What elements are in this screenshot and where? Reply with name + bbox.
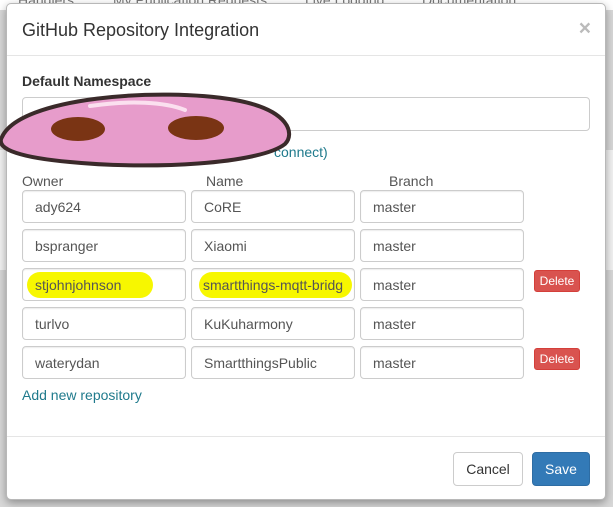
namespace-label: Default Namespace: [22, 73, 152, 89]
modal-header: GitHub Repository Integration ×: [7, 4, 605, 56]
delete-repository-button[interactable]: Delete: [534, 270, 580, 292]
github-integration-modal: GitHub Repository Integration × Default …: [6, 3, 606, 500]
branch-input[interactable]: [360, 268, 524, 301]
save-button[interactable]: Save: [532, 452, 590, 486]
repo-name-value: smartthings-mqtt-bridg: [203, 277, 344, 293]
repo-name-input[interactable]: [191, 307, 355, 340]
owner-input[interactable]: [22, 229, 186, 262]
repo-name-input[interactable]: [191, 346, 355, 379]
add-repository-link[interactable]: Add new repository: [22, 387, 142, 403]
redaction-blob: [0, 92, 292, 168]
cancel-button[interactable]: Cancel: [453, 452, 523, 486]
repo-name-input[interactable]: [191, 229, 355, 262]
owner-input[interactable]: [22, 346, 186, 379]
branch-input[interactable]: [360, 190, 524, 223]
close-icon[interactable]: ×: [579, 18, 591, 39]
delete-repository-button[interactable]: Delete: [534, 348, 580, 370]
owner-value: stjohnjohnson: [35, 277, 122, 293]
column-header-owner: Owner: [22, 173, 64, 189]
column-header-branch: Branch: [389, 173, 434, 189]
column-header-name: Name: [206, 173, 244, 189]
modal-title: GitHub Repository Integration: [22, 20, 260, 40]
repo-name-input[interactable]: [191, 190, 355, 223]
branch-input[interactable]: [360, 229, 524, 262]
branch-input[interactable]: [360, 346, 524, 379]
owner-input[interactable]: [22, 190, 186, 223]
branch-input[interactable]: [360, 307, 524, 340]
background-edge-right: [605, 150, 613, 270]
modal-footer-divider: [7, 436, 605, 437]
owner-input[interactable]: [22, 307, 186, 340]
